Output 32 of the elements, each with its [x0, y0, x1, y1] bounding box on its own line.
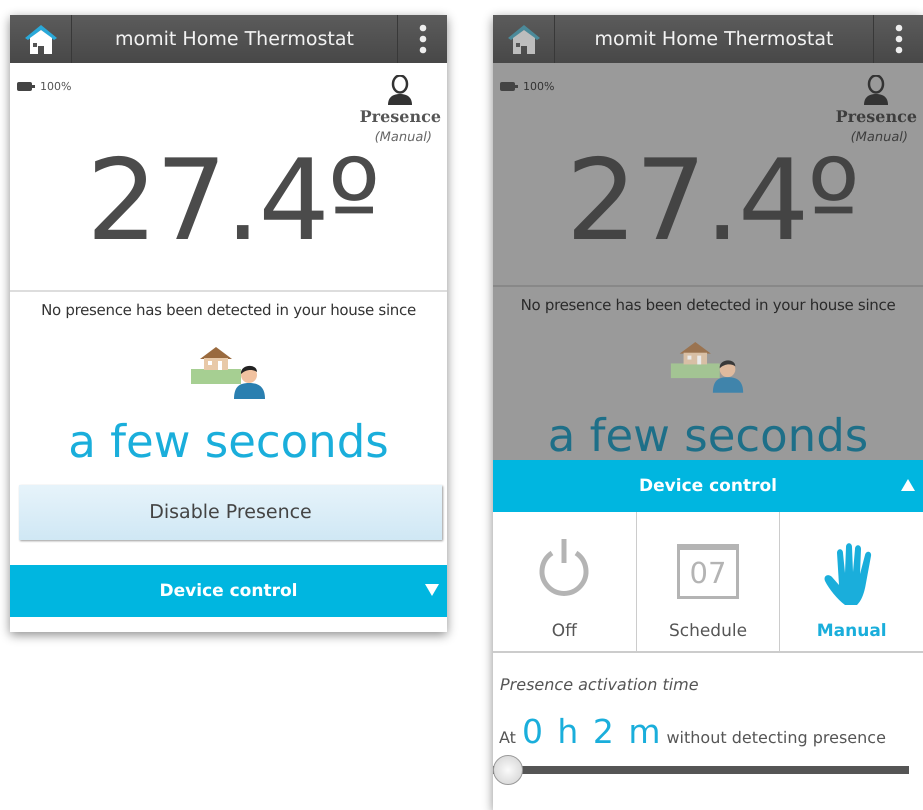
battery-level: 100%	[523, 80, 554, 93]
activation-suffix: without detecting presence	[666, 728, 886, 747]
disable-presence-button[interactable]: Disable Presence	[19, 484, 442, 540]
person-icon	[387, 75, 414, 105]
app-title: momit Home Thermostat	[114, 27, 355, 52]
temperature-reading: 27.4º	[86, 145, 379, 257]
home-icon	[506, 23, 542, 55]
slider-thumb[interactable]	[493, 755, 523, 785]
activation-time: 0 h 2 m	[522, 712, 660, 751]
presence-mode: (Manual)	[850, 130, 908, 145]
calendar-day: 07	[690, 556, 726, 590]
presence-label: Presence	[360, 107, 441, 126]
app-title: momit Home Thermostat	[594, 27, 834, 52]
menu-icon	[418, 24, 426, 54]
battery-icon	[17, 82, 35, 91]
caret-icon	[901, 479, 915, 491]
activation-title: Presence activation time	[499, 674, 700, 694]
home-icon	[22, 23, 58, 55]
battery-icon	[500, 82, 518, 91]
elapsed-time: a few seconds	[548, 410, 868, 460]
presence-label: Presence	[836, 107, 917, 126]
menu-icon	[894, 24, 902, 54]
person-icon	[863, 75, 890, 105]
presence-mode: (Manual)	[374, 130, 432, 145]
caret-icon	[425, 584, 439, 596]
elapsed-time: a few seconds	[68, 417, 389, 466]
temperature-reading: 27.4º	[566, 145, 858, 257]
mode-button[interactable]: Off	[493, 512, 637, 651]
presence-message: No presence has been detected in your house since	[40, 300, 417, 319]
presence-message: No presence has been detected in your house since	[520, 294, 896, 314]
battery-level: 100%	[40, 80, 72, 93]
activation-prefix: At	[499, 728, 516, 747]
